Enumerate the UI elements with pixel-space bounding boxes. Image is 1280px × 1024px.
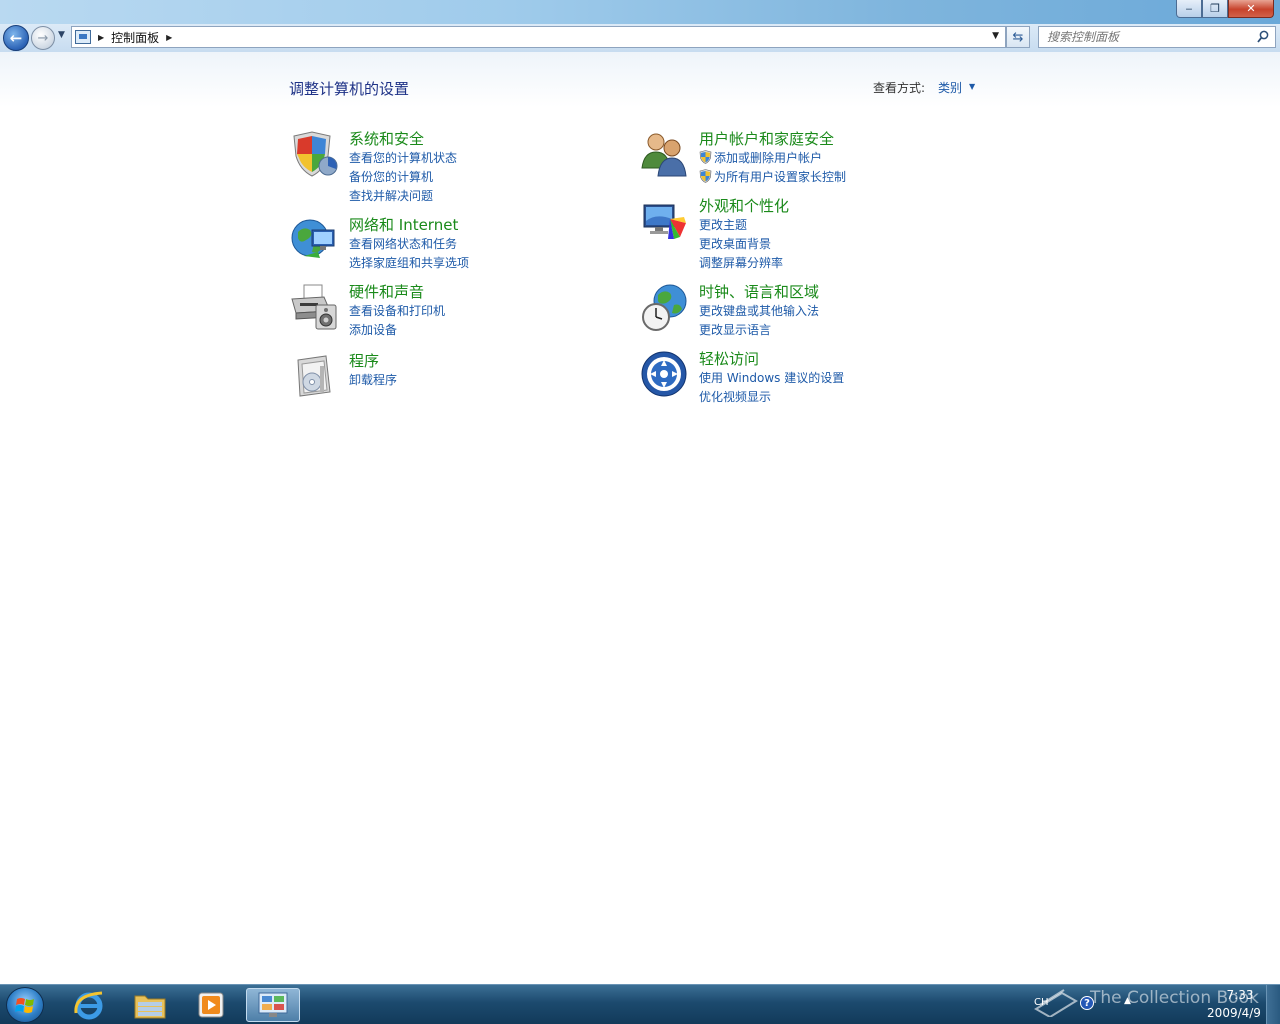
watermark-text: The Collection Book xyxy=(1090,988,1259,1008)
refresh-button[interactable]: ⇆ xyxy=(1006,26,1030,48)
category-title-clock-language-region[interactable]: 时钟、语言和区域 xyxy=(699,282,819,302)
link-label: 为所有用户设置家长控制 xyxy=(714,170,847,184)
show-desktop-button[interactable] xyxy=(1266,985,1280,1024)
window-controls: ‒ ❐ ✕ xyxy=(1176,0,1274,18)
link-adjust-resolution[interactable]: 调整屏幕分辨率 xyxy=(699,254,789,273)
page-title: 调整计算机的设置 xyxy=(289,80,410,98)
breadcrumb-control-panel[interactable]: 控制面板 xyxy=(111,29,159,46)
category-text: 时钟、语言和区域 更改键盘或其他输入法 更改显示语言 xyxy=(699,283,819,340)
search-box[interactable] xyxy=(1038,26,1276,48)
link-label: 添加或删除用户帐户 xyxy=(714,151,823,165)
category-text: 网络和 Internet 查看网络状态和任务 选择家庭组和共享选项 xyxy=(349,216,469,273)
category-title-ease-of-access[interactable]: 轻松访问 xyxy=(699,349,844,369)
category-title-programs[interactable]: 程序 xyxy=(349,351,397,371)
security-shield-icon[interactable] xyxy=(290,130,338,178)
uac-shield-icon xyxy=(699,150,712,164)
link-add-device[interactable]: 添加设备 xyxy=(349,321,445,340)
taskbar-control-panel[interactable] xyxy=(246,988,300,1022)
view-by-label: 查看方式: xyxy=(873,81,926,95)
taskbar-internet-explorer[interactable] xyxy=(62,988,116,1022)
search-icon[interactable] xyxy=(1257,30,1269,44)
link-parental-controls[interactable]: 为所有用户设置家长控制 xyxy=(699,168,846,187)
ease-of-access-icon[interactable] xyxy=(640,350,688,398)
window-titlebar[interactable]: ‒ ❐ ✕ xyxy=(0,0,1280,24)
users-icon[interactable] xyxy=(640,130,688,178)
category-text: 轻松访问 使用 Windows 建议的设置 优化视频显示 xyxy=(699,350,844,407)
taskbar-file-explorer[interactable] xyxy=(123,988,177,1022)
category-title-system-security[interactable]: 系统和安全 xyxy=(349,129,457,149)
printer-icon[interactable] xyxy=(290,283,338,331)
control-panel-icon xyxy=(258,992,288,1017)
navigation-bar: ← → ▼ ▶ 控制面板 ▶ ▼ ⇆ xyxy=(0,24,1280,52)
media-player-icon xyxy=(198,992,224,1018)
link-uninstall-program[interactable]: 卸载程序 xyxy=(349,371,397,390)
address-bar[interactable]: ▶ 控制面板 ▶ ▼ xyxy=(71,26,1006,48)
appearance-icon[interactable] xyxy=(640,197,688,245)
clock-date[interactable]: 2009/4/9 xyxy=(1198,1006,1270,1020)
file-explorer-icon xyxy=(134,995,166,1019)
watermark-book-icon xyxy=(1034,989,1078,1017)
link-change-theme[interactable]: 更改主题 xyxy=(699,216,789,235)
link-troubleshoot[interactable]: 查找并解决问题 xyxy=(349,187,457,206)
maximize-button[interactable]: ❐ xyxy=(1202,0,1228,18)
link-view-computer-status[interactable]: 查看您的计算机状态 xyxy=(349,149,457,168)
taskbar-media-player[interactable] xyxy=(184,988,238,1022)
start-button[interactable] xyxy=(6,987,44,1023)
category-title-user-accounts[interactable]: 用户帐户和家庭安全 xyxy=(699,129,846,149)
network-globe-icon[interactable] xyxy=(290,216,338,264)
link-view-network-status[interactable]: 查看网络状态和任务 xyxy=(349,235,469,254)
category-title-appearance[interactable]: 外观和个性化 xyxy=(699,196,789,216)
category-text: 程序 卸载程序 xyxy=(349,352,397,390)
link-backup-computer[interactable]: 备份您的计算机 xyxy=(349,168,457,187)
category-text: 系统和安全 查看您的计算机状态 备份您的计算机 查找并解决问题 xyxy=(349,130,457,206)
chevron-down-icon[interactable]: ▼ xyxy=(969,82,975,91)
recent-pages-dropdown-icon[interactable]: ▼ xyxy=(58,30,65,40)
minimize-button[interactable]: ‒ xyxy=(1176,0,1202,18)
back-button[interactable]: ← xyxy=(3,25,29,51)
breadcrumb-chevron-icon[interactable]: ▶ xyxy=(166,33,172,42)
clock-globe-icon[interactable] xyxy=(640,283,688,331)
link-homegroup-sharing[interactable]: 选择家庭组和共享选项 xyxy=(349,254,469,273)
content-header: 调整计算机的设置 查看方式: 类别 ▼ xyxy=(0,52,1280,107)
link-change-keyboards[interactable]: 更改键盘或其他输入法 xyxy=(699,302,819,321)
category-title-hardware-sound[interactable]: 硬件和声音 xyxy=(349,282,445,302)
breadcrumb-chevron-icon[interactable]: ▶ xyxy=(98,33,104,42)
view-by-select[interactable]: 类别 xyxy=(938,79,962,96)
refresh-icon: ⇆ xyxy=(1012,29,1024,45)
category-text: 硬件和声音 查看设备和打印机 添加设备 xyxy=(349,283,445,340)
link-optimize-visual-display[interactable]: 优化视频显示 xyxy=(699,388,844,407)
category-title-network-internet[interactable]: 网络和 Internet xyxy=(349,215,469,235)
control-panel-icon xyxy=(75,30,91,44)
uac-shield-icon xyxy=(699,169,712,183)
programs-icon[interactable] xyxy=(290,352,338,400)
internet-explorer-icon xyxy=(74,991,103,1020)
link-change-display-language[interactable]: 更改显示语言 xyxy=(699,321,819,340)
category-text: 用户帐户和家庭安全 添加或删除用户帐户 为所有用户设置家长控制 xyxy=(699,130,846,187)
link-recommended-settings[interactable]: 使用 Windows 建议的设置 xyxy=(699,369,844,388)
link-change-desktop-background[interactable]: 更改桌面背景 xyxy=(699,235,789,254)
address-dropdown-icon[interactable]: ▼ xyxy=(992,31,999,41)
search-input[interactable] xyxy=(1047,30,1257,44)
category-text: 外观和个性化 更改主题 更改桌面背景 调整屏幕分辨率 xyxy=(699,197,789,273)
forward-button[interactable]: → xyxy=(31,26,55,50)
link-view-devices-printers[interactable]: 查看设备和打印机 xyxy=(349,302,445,321)
link-add-remove-accounts[interactable]: 添加或删除用户帐户 xyxy=(699,149,846,168)
taskbar: CH ? ▲ 7:33 2009/4/9 The Collection Book xyxy=(0,984,1280,1024)
windows-logo-icon xyxy=(15,998,34,1013)
close-button[interactable]: ✕ xyxy=(1228,0,1274,18)
